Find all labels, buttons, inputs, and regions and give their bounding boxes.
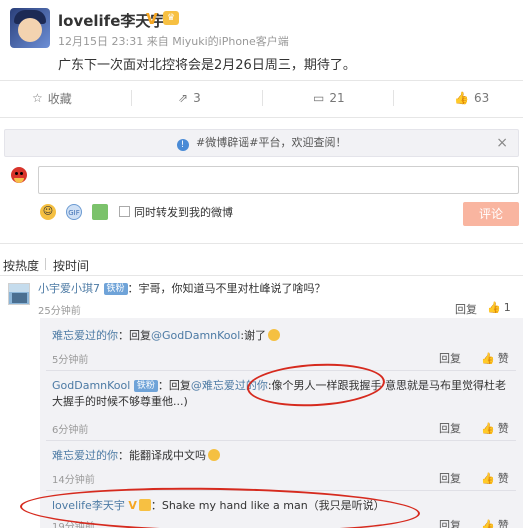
sub-like-label: 赞 <box>497 519 509 528</box>
reply-button[interactable]: 回复 <box>439 420 461 436</box>
thumbs-up-icon: 👍 <box>481 518 495 528</box>
comment-body: 小宇爱小琪7 铁粉 ：宇哥，你知道马不里对杜峰说了啥吗？ <box>38 281 326 297</box>
reply-button[interactable]: 回复 <box>439 350 461 366</box>
sub-commenter-name[interactable]: 难忘爱过的你 <box>52 329 118 342</box>
notice-text[interactable]: #微博辟谣#平台，欢迎查阅！ <box>196 136 346 149</box>
fan-badge: 铁粉 <box>133 380 158 392</box>
sub-comment-text: ：能翻译成中文吗 <box>118 449 206 462</box>
image-icon[interactable] <box>92 204 108 220</box>
comment-like-count: 1 <box>503 301 511 314</box>
emoji-icon <box>208 449 220 461</box>
action-separator <box>393 90 394 106</box>
thumbs-up-icon: 👍 <box>487 301 501 314</box>
thumbs-up-icon: 👍 <box>454 91 469 105</box>
repost-checkbox[interactable] <box>119 206 130 217</box>
sub-commenter-name[interactable]: 难忘爱过的你 <box>52 449 118 462</box>
reply-button[interactable]: 回复 <box>439 470 461 486</box>
comment-time: 25分钟前 <box>38 306 81 317</box>
post-text: 广东下一次面对北控将会是2月26日周三，期待了。 <box>58 58 356 73</box>
sub-comment-time: 5分钟前 <box>52 355 89 366</box>
like-count: 63 <box>473 91 490 105</box>
mention-link[interactable]: @GodDamnKool <box>151 329 240 342</box>
comment-text: ：宇哥，你知道马不里对杜峰说了啥吗？ <box>127 282 326 295</box>
sub-like-label: 赞 <box>497 352 509 365</box>
star-icon: ☆ <box>32 91 43 105</box>
comment-input[interactable] <box>38 166 519 194</box>
repost-checkbox-label: 同时转发到我的微博 <box>134 206 233 219</box>
divider <box>0 275 523 276</box>
post-meta: 12月15日 23:31 来自 Miyuki的iPhone客户端 <box>58 33 289 49</box>
like-button[interactable]: 👍 63 <box>454 88 489 108</box>
comment-icon: ▭ <box>313 91 325 105</box>
tab-sort-heat[interactable]: 按热度 <box>3 257 39 274</box>
reply-button[interactable]: 回复 <box>455 301 477 317</box>
tab-sort-time[interactable]: 按时间 <box>53 257 89 274</box>
sub-commenter-name[interactable]: GodDamnKool <box>52 379 130 392</box>
favorite-label: 收藏 <box>47 91 72 106</box>
verified-icon: V <box>146 10 158 28</box>
repost-icon: ⇗ <box>178 91 189 105</box>
post-source[interactable]: Miyuki的iPhone客户端 <box>172 35 289 48</box>
sub-like-button[interactable]: 👍 赞 <box>481 420 509 436</box>
sub-like-button[interactable]: 👍 赞 <box>481 350 509 366</box>
repost-button[interactable]: ⇗ 3 <box>178 88 201 108</box>
info-icon: ! <box>176 139 189 151</box>
divider <box>0 243 523 244</box>
sub-comment-time: 14分钟前 <box>52 475 95 486</box>
source-prefix: 来自 <box>146 35 169 48</box>
action-separator <box>131 90 132 106</box>
author-avatar[interactable] <box>10 8 50 48</box>
comment-count: 21 <box>329 91 345 105</box>
post-time[interactable]: 12月15日 23:31 <box>58 35 143 48</box>
my-avatar[interactable] <box>8 166 30 188</box>
thumbs-up-icon: 👍 <box>481 421 495 435</box>
sub-comment: 难忘爱过的你：能翻译成中文吗 <box>52 448 220 464</box>
sub-comment: 难忘爱过的你：回复@GodDamnKool:谢了 <box>52 328 281 344</box>
submit-comment-button[interactable]: 评论 <box>463 202 519 226</box>
divider <box>0 117 523 118</box>
divider <box>0 80 523 81</box>
sub-comment-time: 6分钟前 <box>52 425 89 436</box>
emoji-icon <box>268 329 281 341</box>
sub-like-button[interactable]: 👍 赞 <box>481 470 509 486</box>
close-icon[interactable]: × <box>496 130 508 156</box>
sub-comment-text: :谢了 <box>240 329 267 342</box>
sub-like-label: 赞 <box>497 422 509 435</box>
sub-like-button[interactable]: 👍 赞 <box>481 517 509 528</box>
commenter-avatar[interactable] <box>8 283 30 305</box>
sub-divider <box>46 440 516 441</box>
sub-comment-text: ：回复 <box>157 379 191 392</box>
fan-badge: 铁粉 <box>103 283 128 295</box>
reply-button[interactable]: 回复 <box>439 517 461 528</box>
emoji-icon[interactable]: ☺ <box>40 204 56 220</box>
notice-bar: ! #微博辟谣#平台，欢迎查阅！ × <box>4 129 519 157</box>
thumbs-up-icon: 👍 <box>481 471 495 485</box>
comment-like-button[interactable]: 👍 1 <box>487 301 511 314</box>
repost-count: 3 <box>193 91 201 105</box>
action-separator <box>262 90 263 106</box>
thumbs-up-icon: 👍 <box>481 351 495 365</box>
sub-like-label: 赞 <box>497 472 509 485</box>
favorite-button[interactable]: ☆ 收藏 <box>32 88 72 108</box>
sub-comment-text: ：回复 <box>118 329 151 342</box>
crown-icon: ♛ <box>163 11 179 25</box>
gif-icon[interactable]: GIF <box>66 204 82 220</box>
comment-button[interactable]: ▭ 21 <box>313 88 345 108</box>
sort-separator <box>45 258 46 270</box>
commenter-name[interactable]: 小宇爱小琪7 <box>38 282 100 295</box>
